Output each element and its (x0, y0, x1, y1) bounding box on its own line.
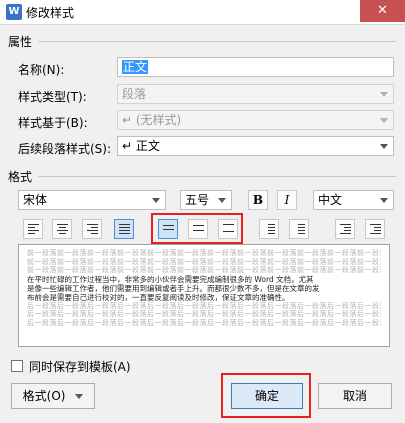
increase-indent-button[interactable] (365, 219, 385, 239)
save-to-template-checkbox[interactable] (11, 360, 23, 372)
preview-text-line: 在平时忙碌的工作过程当中，非常多的小伙伴会需要完成编制很多的 Word 文档，尤… (27, 274, 314, 284)
style-type-value: 段落 (122, 87, 147, 101)
language-select[interactable]: 中文 (313, 190, 394, 210)
ok-button[interactable]: 确定 (231, 383, 303, 409)
next-style-label: 后续段落样式(S): (18, 142, 112, 156)
one-half-spacing-button[interactable] (188, 219, 208, 239)
based-on-label: 样式基于(B): (18, 116, 88, 130)
italic-button[interactable]: I (277, 190, 297, 210)
format-divider (38, 176, 396, 177)
chevron-down-icon (152, 198, 160, 203)
align-center-icon (57, 224, 68, 235)
preview-after-line: 后一段落后一段落后一段落后一段落后一段落后一段落后一段落后一段落后一段落后一段落… (27, 301, 381, 310)
font-value: 宋体 (23, 193, 48, 207)
single-spacing-button[interactable] (158, 219, 178, 239)
properties-section-title: 属性 (8, 35, 33, 49)
increase-spacing-icon (264, 224, 275, 235)
one-half-spacing-icon (193, 225, 204, 236)
increase-para-spacing-button[interactable] (259, 219, 279, 239)
italic-icon: I (284, 193, 290, 207)
preview-before-line: 前一段落前一段落前一段落前一段落前一段落前一段落前一段落前一段落前一段落前一段落… (27, 249, 381, 257)
preview-before-line: 前一段落前一段落前一段落前一段落前一段落前一段落前一段落前一段落前一段落前一段落… (27, 266, 381, 274)
window-title: 修改样式 (26, 6, 75, 20)
cancel-button[interactable]: 取消 (318, 383, 392, 409)
align-right-button[interactable] (82, 219, 102, 239)
format-menu-label: 格式(O) (22, 389, 66, 403)
preview-after-line: 后一段落后一段落后一段落后一段落后一段落后一段落后一段落后一段落后一段落后一段落… (27, 318, 381, 327)
properties-divider (38, 41, 396, 42)
language-value: 中文 (318, 193, 343, 207)
close-button[interactable]: ✕ (360, 0, 405, 22)
justify-button[interactable] (114, 219, 134, 239)
chevron-down-icon (380, 144, 388, 149)
name-value: 正文 (122, 60, 149, 74)
name-input[interactable]: 正文 (117, 57, 394, 77)
based-on-select[interactable]: ↵ (无样式) (117, 110, 394, 130)
size-value: 五号 (185, 193, 210, 207)
based-on-value: ↵ (无样式) (122, 113, 182, 127)
align-center-button[interactable] (52, 219, 72, 239)
align-left-icon (28, 224, 39, 235)
next-style-select[interactable]: ↵ 正文 (117, 136, 394, 156)
single-spacing-icon (163, 225, 174, 236)
align-right-icon (87, 224, 98, 235)
decrease-spacing-icon (294, 224, 305, 235)
chevron-down-icon (218, 198, 226, 203)
double-spacing-button[interactable] (218, 219, 238, 239)
justify-icon (119, 224, 130, 235)
decrease-indent-button[interactable] (335, 219, 355, 239)
increase-indent-icon (370, 224, 381, 235)
chevron-down-icon (75, 394, 84, 399)
preview-text-line: 布前会是需要自己进行校对的，一直要反复阅读及时修改，保证文章的准确性。 (27, 292, 290, 302)
chevron-down-icon (380, 92, 388, 97)
format-section-title: 格式 (8, 170, 33, 184)
double-spacing-icon (223, 224, 234, 235)
chevron-down-icon (380, 198, 388, 203)
style-preview: 前一段落前一段落前一段落前一段落前一段落前一段落前一段落前一段落前一段落前一段落… (18, 244, 390, 347)
save-to-template-label[interactable]: 同时保存到模板(A) (29, 358, 131, 375)
style-type-label: 样式类型(T): (18, 90, 87, 104)
chevron-down-icon (380, 118, 388, 123)
name-label: 名称(N): (18, 63, 65, 77)
format-menu-button[interactable]: 格式(O) (11, 383, 95, 409)
preview-text-line: 是像一些编辑工作者，他们需要用到编辑或者手上升。而都很少数不多，但是在文章的发 (27, 283, 320, 293)
font-select[interactable]: 宋体 (18, 190, 166, 210)
app-icon: W (6, 4, 22, 20)
align-left-button[interactable] (23, 219, 43, 239)
bold-icon: B (252, 193, 264, 207)
size-select[interactable]: 五号 (180, 190, 232, 210)
decrease-para-spacing-button[interactable] (289, 219, 309, 239)
style-type-select[interactable]: 段落 (117, 84, 394, 104)
next-style-value: ↵ 正文 (122, 139, 160, 153)
decrease-indent-icon (340, 224, 351, 235)
preview-after-line: 后一段落后一段落后一段落后一段落后一段落后一段落后一段落后一段落后一段落后一段落… (27, 310, 381, 318)
bold-button[interactable]: B (248, 190, 268, 210)
preview-before-line: 前一段落前一段落前一段落前一段落前一段落前一段落前一段落前一段落前一段落前一段落… (27, 257, 381, 266)
close-icon[interactable]: ✕ (377, 3, 388, 18)
